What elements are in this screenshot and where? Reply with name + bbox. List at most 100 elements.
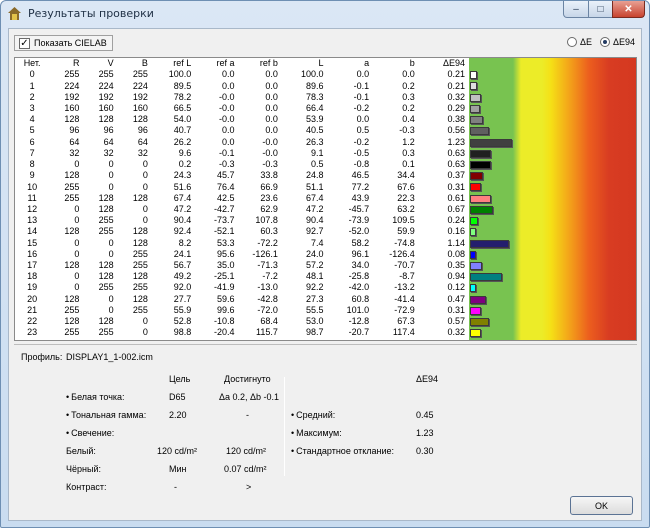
- table-cell: 59.6: [217, 293, 235, 304]
- close-button[interactable]: ✕: [612, 1, 645, 18]
- table-row[interactable]: 1 224 224 224 89.5 0.0 0.0 89.6 -0.1 0.2 0.21: [15, 80, 469, 91]
- table-cell: 128: [64, 260, 80, 271]
- table-cell: 0.32: [447, 327, 465, 338]
- table-row[interactable]: 10 255 0 0 51.6 76.4 66.9 51.1 77.2 67.6 0.31: [15, 181, 469, 192]
- table-row[interactable]: 18 0 128 128 49.2 -25.1 -7.2 48.1 -25.8 -8.7 0.94: [15, 271, 469, 282]
- results-table-area[interactable]: Нет. R V Bref Lref a ref b La b ΔE94 0 255 255 255…: [14, 57, 637, 341]
- table-cell: -10.8: [214, 316, 235, 327]
- table-cell: 45.7: [217, 170, 235, 181]
- table-row[interactable]: 20 128 0 128 27.7 59.6 -42.8 27.3 60.8 -41.4 0.47: [15, 294, 469, 305]
- column-header: b: [409, 58, 415, 69]
- table-cell: 58.2: [351, 237, 370, 248]
- table-cell: 7.4: [311, 237, 324, 248]
- table-cell: 6: [29, 136, 35, 147]
- table-cell: 128: [132, 293, 148, 304]
- table-row[interactable]: 15 0 0 128 8.2 53.3 -72.2 7.4 58.2 -74.8 1.14: [15, 238, 469, 249]
- table-row[interactable]: 21 255 0 255 55.9 99.6 -72.0 55.5 101.0 -72.9 0.31: [15, 305, 469, 316]
- table-cell: 76.4: [217, 181, 235, 192]
- contrast-achieved: >: [246, 482, 252, 492]
- radio-de[interactable]: ΔE: [567, 37, 592, 47]
- white-target: 120 cd/m²: [157, 446, 198, 456]
- dialog-body: ✓ Показать CIELAB ΔE ΔE94 Нет. R V Bref L re…: [8, 28, 642, 521]
- table-cell: 26.3: [306, 136, 324, 147]
- table-cell: 0.94: [447, 271, 465, 282]
- table-cell: -0.0: [262, 136, 278, 147]
- table-cell: 0: [142, 170, 148, 181]
- table-cell: 128: [98, 260, 114, 271]
- table-cell: 67.4: [306, 192, 324, 203]
- table-cell: 54.0: [173, 114, 192, 125]
- table-row[interactable]: 13 0 255 0 90.4 -73.7 107.8 90.4 -73.9 109.5 0.24: [15, 215, 469, 226]
- table-cell: -20.7: [348, 327, 370, 338]
- radio-de-label: ΔE: [580, 37, 593, 47]
- table-cell: 128: [132, 271, 148, 282]
- table-row[interactable]: 6 64 64 64 26.2 0.0 -0.0 26.3 -0.2 1.2 1.23: [15, 137, 469, 148]
- table-row[interactable]: 22 128 128 0 52.8 -10.8 68.4 53.0 -12.8 67.3 0.57: [15, 316, 469, 327]
- show-cielab-checkbox[interactable]: ✓ Показать CIELAB: [14, 35, 113, 51]
- table-row[interactable]: 19 0 255 255 92.0 -41.9 -13.0 92.2 -42.0 -13.2 0.1…: [15, 282, 469, 293]
- table-row[interactable]: 23 255 255 0 98.8 -20.4 115.7 98.7 -20.7 117.4 0.3…: [15, 327, 469, 338]
- table-cell: 255: [132, 248, 148, 259]
- table-cell: 23: [27, 327, 38, 338]
- table-cell: -72.0: [257, 304, 278, 315]
- table-row[interactable]: 7 32 32 32 9.6 -0.1 -0.0 9.1 -0.5 0.3 0.63: [15, 148, 469, 159]
- app-icon: [8, 7, 21, 20]
- table-cell: 2: [29, 91, 35, 102]
- table-cell: -73.9: [348, 215, 370, 226]
- close-icon: ✕: [624, 3, 633, 15]
- table-cell: 0.0: [356, 69, 370, 80]
- table-cell: -0.5: [353, 147, 370, 158]
- delta-e-bar: [470, 329, 481, 338]
- table-cell: 0: [108, 170, 114, 181]
- table-cell: 0: [74, 237, 80, 248]
- max-label: Максимум:: [291, 428, 342, 438]
- table-cell: 90.4: [173, 215, 192, 226]
- table-cell: 22: [27, 316, 38, 327]
- table-cell: 100.0: [168, 69, 192, 80]
- table-cell: 224: [132, 80, 148, 91]
- table-row[interactable]: 3 160 160 160 66.5 -0.0 0.0 66.4 -0.2 0.2 0.29: [15, 103, 469, 114]
- table-cell: 0: [74, 248, 80, 259]
- table-row[interactable]: 12 0 128 0 47.2 -42.7 62.9 47.2 -45.7 63.2 0.67: [15, 204, 469, 215]
- table-cell: 192: [64, 91, 80, 102]
- table-row[interactable]: 16 0 0 255 24.1 95.6 -126.1 24.0 96.1 -126.4 0.08: [15, 249, 469, 260]
- table-row[interactable]: 14 128 255 128 92.4 -52.1 60.3 92.7 -52.0 59.9 0.1…: [15, 226, 469, 237]
- table-cell: 24.8: [306, 170, 324, 181]
- radio-de94[interactable]: ΔE94: [600, 37, 635, 47]
- table-cell: -72.2: [257, 237, 278, 248]
- table-cell: 107.8: [255, 215, 278, 226]
- table-cell: -45.7: [348, 203, 370, 214]
- ok-button[interactable]: OK: [570, 496, 633, 515]
- delta-e-bar: [470, 205, 493, 214]
- table-row[interactable]: 0 255 255 255 100.0 0.0 0.0 100.0 0.0 0.0 0.21: [15, 69, 469, 80]
- table-cell: 117.4: [392, 327, 415, 338]
- table-cell: 96: [137, 125, 148, 136]
- table-cell: 0: [29, 69, 35, 80]
- table-cell: 160: [132, 102, 148, 113]
- table-cell: -13.2: [394, 282, 415, 293]
- table-row[interactable]: 8 0 0 0 0.2 -0.3 -0.3 0.5 -0.8 0.1 0.63: [15, 159, 469, 170]
- table-row[interactable]: 2 192 192 192 78.2 -0.0 0.0 78.3 -0.1 0.3 0.32: [15, 92, 469, 103]
- table-cell: 0: [74, 282, 80, 293]
- table-cell: 192: [132, 91, 148, 102]
- table-row[interactable]: 9 128 0 0 24.3 45.7 33.8 24.8 46.5 34.4 0.37: [15, 170, 469, 181]
- table-cell: 0.08: [447, 248, 465, 259]
- table-cell: -0.0: [219, 114, 235, 125]
- title-bar[interactable]: Результаты проверки – □ ✕: [1, 1, 649, 27]
- table-row[interactable]: 4 128 128 128 54.0 -0.0 0.0 53.9 0.0 0.4 0.38: [15, 114, 469, 125]
- checkmark-icon: ✓: [19, 37, 30, 49]
- table-row[interactable]: 11 255 128 128 67.4 42.5 23.6 67.4 43.9 22.3 0.61: [15, 193, 469, 204]
- table-cell: -126.4: [389, 248, 415, 259]
- table-row[interactable]: 5 96 96 96 40.7 0.0 0.0 40.5 0.5 -0.3 0.56: [15, 125, 469, 136]
- minimize-button[interactable]: –: [563, 1, 589, 18]
- table-cell: 1.2: [402, 136, 415, 147]
- maximize-button[interactable]: □: [588, 1, 613, 18]
- table-cell: 32: [103, 147, 114, 158]
- table-row[interactable]: 17 128 128 255 56.7 35.0 -71.3 57.2 34.0 -70.7 0.3…: [15, 260, 469, 271]
- table-cell: 115.7: [256, 327, 278, 338]
- table-cell: 32: [69, 147, 80, 158]
- table-cell: 33.8: [260, 170, 278, 181]
- column-header: R: [72, 58, 80, 69]
- table-cell: 1: [29, 80, 35, 91]
- table-cell: 51.1: [306, 181, 324, 192]
